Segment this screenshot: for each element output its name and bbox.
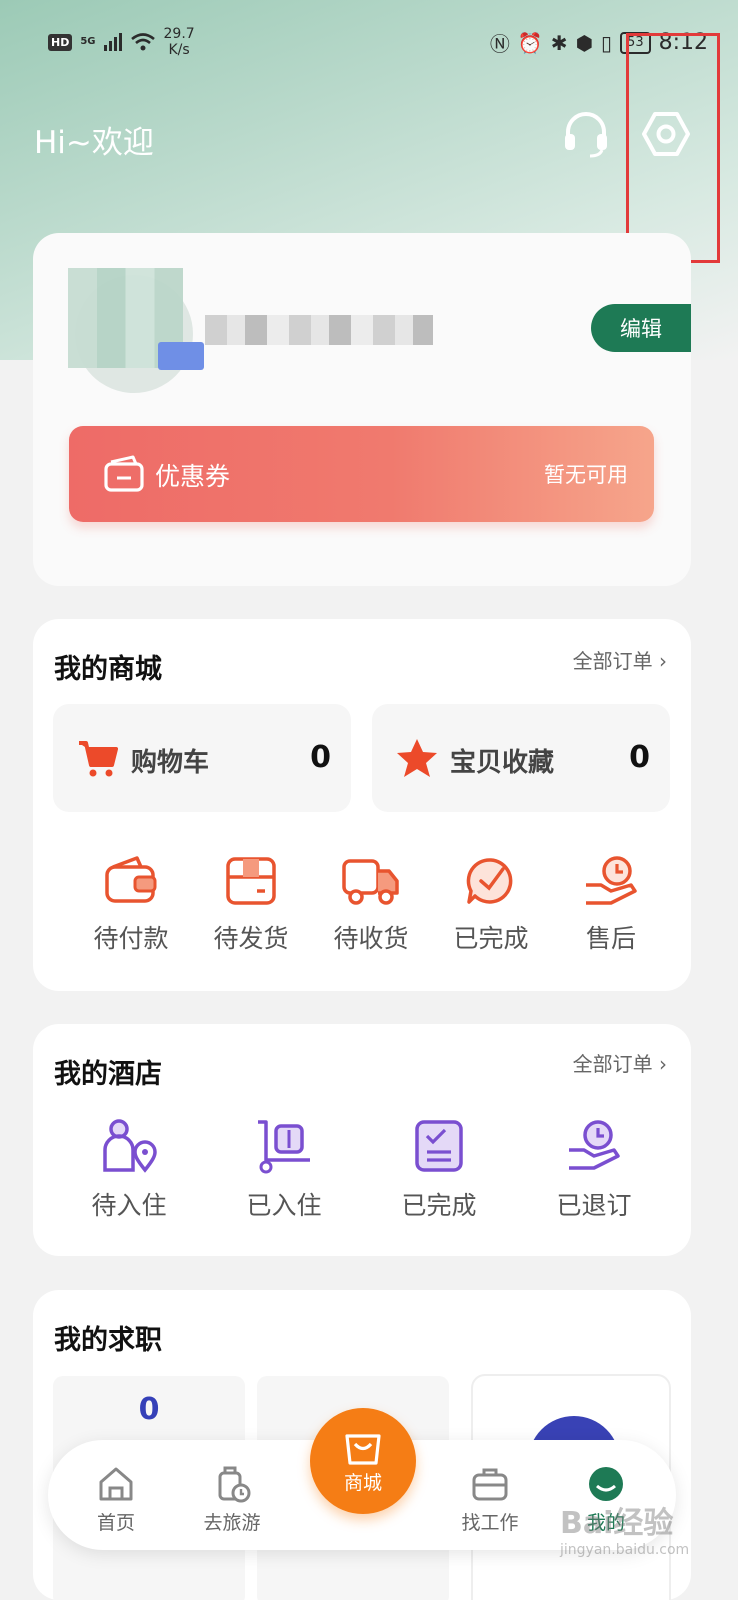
- hotel-status-label: 已退订: [556, 1191, 632, 1220]
- home-icon: [99, 1467, 133, 1501]
- tab-mall[interactable]: 商城: [310, 1408, 416, 1514]
- hotel-status-cancelled[interactable]: 已退订: [534, 1118, 654, 1222]
- service-clock-icon: [586, 856, 637, 905]
- coupon-banner[interactable]: 优惠券 暂无可用: [69, 426, 654, 522]
- luggage-cart-icon: [258, 1120, 310, 1174]
- favorites-count: 0: [629, 740, 650, 775]
- mall-status-pending-payment[interactable]: 待付款: [71, 855, 191, 955]
- settings-highlight: [626, 33, 720, 263]
- tab-label: 去旅游: [203, 1512, 261, 1534]
- hotel-card: 我的酒店 全部订单 › 待入住 已入住 已完成 已退订: [33, 1024, 691, 1256]
- luggage-icon: [218, 1466, 251, 1503]
- nfc-icon: Ⓝ: [489, 32, 510, 56]
- network-type: 5G: [80, 36, 96, 47]
- mall-title: 我的商城: [54, 654, 162, 685]
- hotel-status-pending-checkin[interactable]: 待入住: [69, 1118, 189, 1222]
- username-mosaic: [205, 315, 433, 345]
- favorites-label: 宝贝收藏: [450, 748, 555, 778]
- hotel-title: 我的酒店: [54, 1059, 162, 1090]
- box-icon: [226, 857, 276, 905]
- avatar-badge: [158, 342, 204, 370]
- speed-value: 29.7: [163, 26, 195, 42]
- vibrate-icon: ▯: [601, 30, 613, 55]
- cart-count: 0: [310, 740, 331, 775]
- briefcase-icon: [472, 1468, 508, 1501]
- location-icon: ⬢: [575, 30, 594, 55]
- headset-icon[interactable]: [560, 108, 612, 160]
- cart-label: 购物车: [131, 748, 210, 778]
- tab-jobs[interactable]: 找工作: [440, 1464, 540, 1535]
- hotel-status-label: 已入住: [246, 1191, 322, 1220]
- watermark: Bai经验 jingyan.baidu.com: [560, 1498, 689, 1558]
- wifi-icon: [130, 33, 155, 51]
- mall-all-orders-link[interactable]: 全部订单 ›: [573, 645, 667, 674]
- hotel-status-label: 已完成: [401, 1191, 477, 1220]
- tab-home[interactable]: 首页: [66, 1464, 166, 1535]
- speed-unit: K/s: [168, 42, 190, 58]
- network-speed: 29.7 K/s: [164, 26, 195, 58]
- guest-location-icon: [103, 1119, 157, 1173]
- cart-box[interactable]: 购物车 0: [53, 704, 351, 812]
- chevron-right-icon: ›: [659, 1052, 667, 1076]
- hd-badge: HD: [48, 33, 73, 51]
- signal-icon: [103, 33, 122, 51]
- tab-label: 商城: [343, 1472, 382, 1494]
- alarm-icon: ⏰: [517, 30, 543, 55]
- hotel-status-checked-in[interactable]: 已入住: [224, 1118, 344, 1222]
- checklist-icon: [415, 1120, 463, 1172]
- coupon-status: 暂无可用: [544, 463, 628, 487]
- tab-label: 首页: [96, 1512, 135, 1534]
- hotel-status-label: 待入住: [91, 1191, 167, 1220]
- mall-status-completed[interactable]: 已完成: [431, 855, 551, 955]
- mall-card: 我的商城 全部订单 › 购物车 0 宝贝收藏 0 待付款 待发货 待收货 已完成…: [33, 619, 691, 991]
- coupon-title: 优惠券: [155, 462, 231, 491]
- shopping-bag-icon: [345, 1434, 381, 1465]
- favorites-box[interactable]: 宝贝收藏 0: [372, 704, 670, 812]
- refund-clock-icon: [569, 1120, 620, 1170]
- tab-label: 找工作: [461, 1512, 519, 1534]
- mall-all-orders-label: 全部订单: [572, 649, 653, 673]
- tab-travel[interactable]: 去旅游: [182, 1464, 282, 1535]
- truck-icon: [342, 859, 399, 905]
- star-icon: [397, 739, 437, 777]
- job-stat-count: 0: [138, 1392, 160, 1427]
- mall-status-label: 待付款: [93, 924, 169, 953]
- cart-icon: [79, 741, 118, 777]
- mall-status-label: 待收货: [333, 924, 409, 953]
- hotel-all-orders-label: 全部订单: [572, 1052, 653, 1076]
- greeting-text: Hi~欢迎: [34, 125, 154, 161]
- mall-status-label: 已完成: [453, 924, 529, 953]
- mall-status-label: 售后: [585, 924, 636, 953]
- mall-status-after-sales[interactable]: 售后: [551, 855, 671, 955]
- wallet-icon: [105, 856, 157, 903]
- job-title: 我的求职: [54, 1325, 162, 1356]
- hotel-status-completed[interactable]: 已完成: [379, 1118, 499, 1222]
- chat-check-icon: [466, 858, 513, 904]
- mall-status-pending-shipment[interactable]: 待发货: [191, 855, 311, 955]
- mall-status-pending-receipt[interactable]: 待收货: [311, 855, 431, 955]
- profile-card: 编辑 优惠券 暂无可用: [33, 233, 691, 586]
- edit-profile-button[interactable]: 编辑: [591, 304, 691, 352]
- bluetooth-icon: ✱: [550, 30, 568, 55]
- status-left: HD 5G 29.7 K/s: [48, 26, 195, 58]
- watermark-sub: jingyan.baidu.com: [560, 1542, 690, 1558]
- watermark-brand: Bai经验: [560, 1506, 674, 1541]
- coupon-icon: [104, 455, 144, 492]
- mall-status-label: 待发货: [213, 924, 289, 953]
- hotel-all-orders-link[interactable]: 全部订单 ›: [573, 1048, 667, 1077]
- chevron-right-icon: ›: [659, 649, 667, 673]
